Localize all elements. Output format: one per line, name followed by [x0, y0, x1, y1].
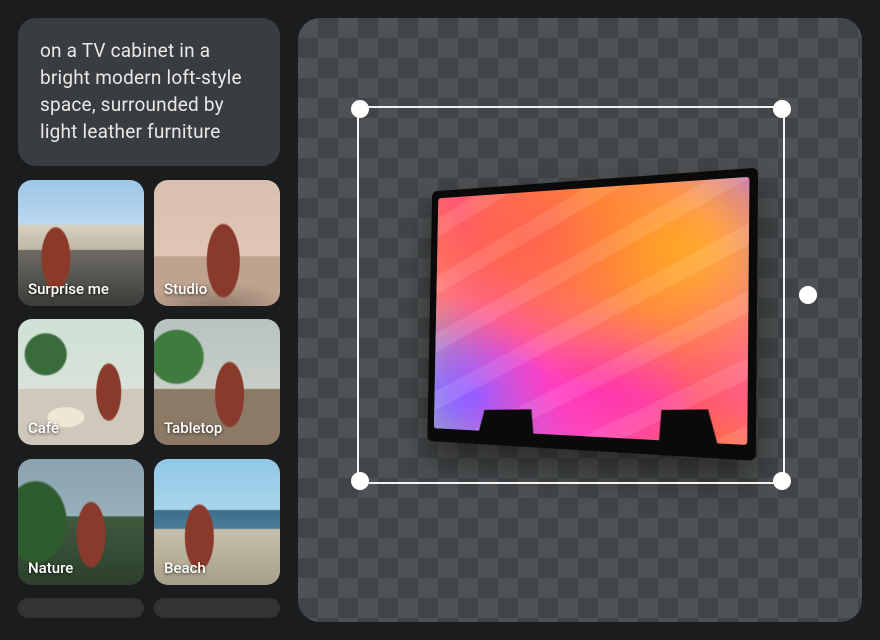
preset-nature[interactable]: Nature [18, 459, 144, 585]
preset-cafe[interactable]: Café [18, 319, 144, 445]
resize-handle-bottom-left[interactable] [351, 472, 369, 490]
resize-handle-top-left[interactable] [351, 100, 369, 118]
preset-tabletop[interactable]: Tabletop [154, 319, 280, 445]
preset-label: Beach [164, 559, 206, 577]
preset-beach[interactable]: Beach [154, 459, 280, 585]
preset-label: Café [28, 419, 59, 437]
prompt-text: on a TV cabinet in a bright modern loft-… [40, 39, 242, 143]
app-root: on a TV cabinet in a bright modern loft-… [0, 0, 880, 640]
preset-grid: Surprise me Studio Café Tabletop Nature … [18, 180, 280, 622]
bounding-box[interactable] [357, 106, 785, 484]
preset-partial-row [154, 598, 280, 618]
preset-label: Studio [164, 280, 207, 298]
sidebar: on a TV cabinet in a bright modern loft-… [18, 18, 280, 622]
preset-surprise-me[interactable]: Surprise me [18, 180, 144, 306]
resize-handle-top-right[interactable] [773, 100, 791, 118]
preset-label: Nature [28, 559, 73, 577]
preset-label: Tabletop [164, 419, 222, 437]
prompt-input[interactable]: on a TV cabinet in a bright modern loft-… [18, 18, 280, 166]
preset-studio[interactable]: Studio [154, 180, 280, 306]
preset-label: Surprise me [28, 280, 109, 298]
canvas-panel [298, 18, 862, 622]
resize-handle-bottom-right[interactable] [773, 472, 791, 490]
preset-partial-row [18, 598, 144, 618]
rotate-handle[interactable] [799, 286, 817, 304]
